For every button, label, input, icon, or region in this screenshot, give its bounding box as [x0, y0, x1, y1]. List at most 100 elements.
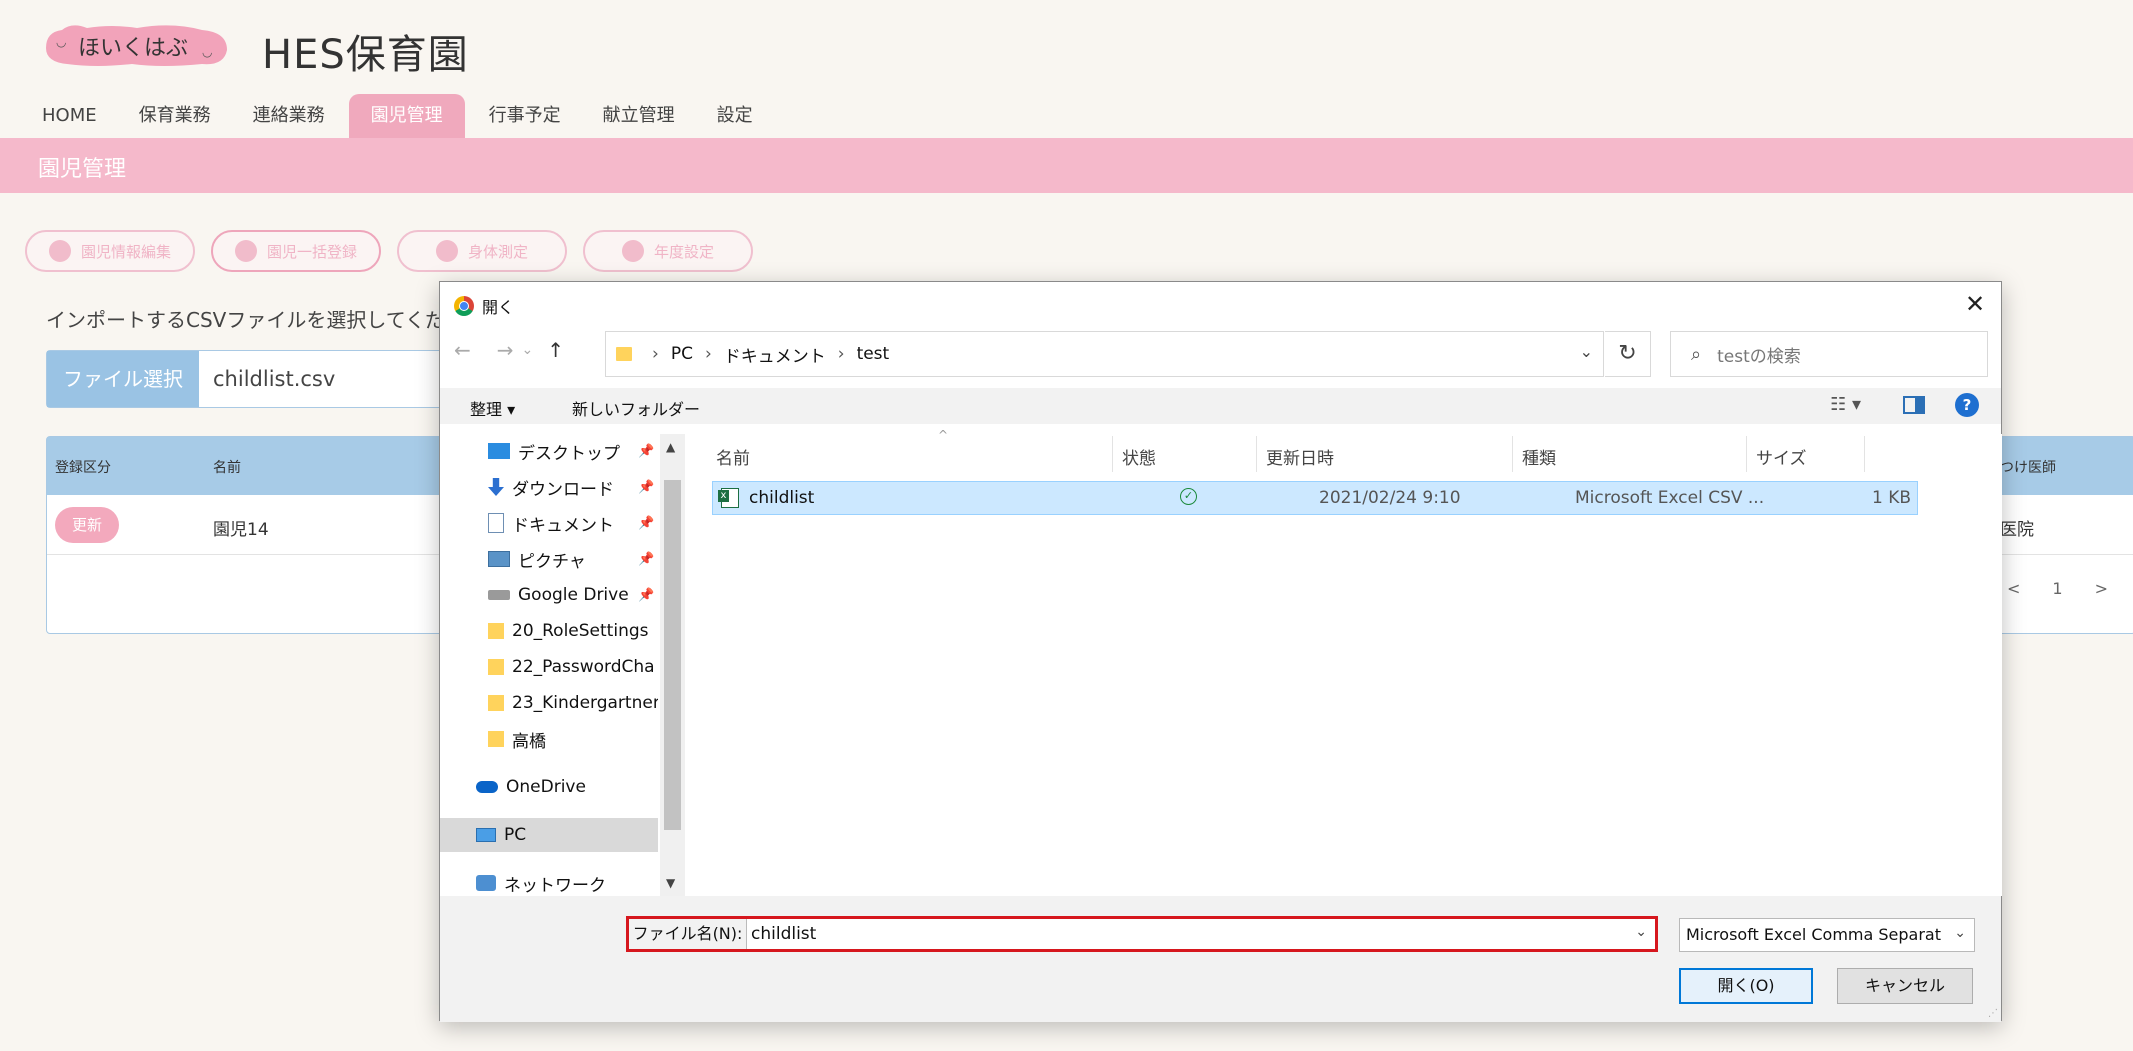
- chevron-right-icon: ›: [837, 344, 845, 364]
- gear-icon: [48, 240, 71, 262]
- tree-downloads[interactable]: ダウンロード 📌: [440, 470, 658, 504]
- col-header-size[interactable]: サイズ: [1756, 444, 1807, 469]
- pager-next[interactable]: >: [2095, 579, 2108, 598]
- forward-arrow-icon[interactable]: →: [497, 338, 514, 362]
- view-options-icon[interactable]: ☷ ▾: [1830, 394, 1861, 415]
- chevron-right-icon: ›: [704, 344, 712, 364]
- tree-onedrive[interactable]: OneDrive: [440, 770, 658, 804]
- nav-scrollbar[interactable]: ▲ ▼: [660, 434, 685, 896]
- folder-icon: [488, 659, 504, 675]
- tree-folder-takahashi[interactable]: 高橋: [440, 722, 658, 756]
- preview-pane-icon[interactable]: [1903, 396, 1925, 414]
- filename-input[interactable]: [747, 919, 1655, 949]
- close-button[interactable]: ✕: [1961, 290, 1989, 318]
- nav-home[interactable]: HOME: [24, 94, 115, 138]
- dialog-footer: ファイル名(N): ⌄ Microsoft Excel Comma Separa…: [440, 896, 2001, 1022]
- new-folder-button[interactable]: 新しいフォルダー: [572, 396, 700, 420]
- breadcrumb-pc[interactable]: PC: [671, 344, 693, 364]
- dialog-titlebar: 開く: [454, 294, 514, 318]
- nav-events[interactable]: 行事予定: [471, 94, 579, 138]
- pc-icon: [476, 828, 496, 842]
- pin-icon: 📌: [638, 515, 655, 531]
- resize-grip-icon[interactable]: ⋰: [1988, 1008, 1998, 1019]
- nav-contact[interactable]: 連絡業務: [235, 94, 343, 138]
- col-header-status[interactable]: 状態: [1122, 444, 1156, 469]
- network-icon: [476, 875, 496, 891]
- column-divider[interactable]: [1112, 436, 1113, 472]
- chevron-down-icon[interactable]: ⌄: [1580, 342, 1593, 361]
- column-divider[interactable]: [1256, 436, 1257, 472]
- subtab-bulk[interactable]: 園児一括登録: [211, 230, 381, 272]
- nav-children[interactable]: 園児管理: [348, 94, 465, 138]
- scrollbar-thumb[interactable]: [664, 480, 681, 830]
- download-icon: [488, 478, 504, 496]
- documents-icon: [488, 513, 504, 533]
- subtab-year[interactable]: 年度設定: [583, 230, 753, 272]
- col-header-name[interactable]: 名前: [716, 444, 750, 469]
- scroll-down-icon[interactable]: ▼: [666, 876, 675, 890]
- pin-icon: 📌: [638, 551, 655, 567]
- folder-icon: [488, 695, 504, 711]
- tree-pictures[interactable]: ピクチャ 📌: [440, 542, 658, 576]
- star-icon: [621, 240, 644, 262]
- chevron-down-icon[interactable]: ⌄: [1635, 924, 1647, 940]
- refresh-button[interactable]: ↻: [1605, 331, 1651, 377]
- group-icon: [234, 240, 257, 262]
- svg-text:◡: ◡: [202, 45, 212, 59]
- organize-button[interactable]: 整理 ▾: [470, 396, 515, 420]
- search-icon: ⌕: [1691, 343, 1702, 365]
- col-registration: 登録区分: [55, 460, 111, 476]
- dialog-title: 開く: [482, 298, 515, 317]
- back-arrow-icon[interactable]: ←: [454, 338, 471, 362]
- column-divider[interactable]: [1746, 436, 1747, 472]
- subtab-edit[interactable]: 園児情報編集: [25, 230, 195, 272]
- address-bar[interactable]: › PC › ドキュメント › test ⌄: [605, 331, 1604, 377]
- tree-folder-rolesettings[interactable]: 20_RoleSettings: [440, 614, 658, 648]
- col-doctor: つけ医師: [2000, 460, 2056, 476]
- recent-locations-icon[interactable]: ⌄: [522, 342, 534, 358]
- scroll-up-icon[interactable]: ▲: [666, 440, 675, 454]
- help-icon[interactable]: ?: [1955, 393, 1979, 417]
- subtab-measure[interactable]: 身体測定: [397, 230, 567, 272]
- breadcrumb-documents[interactable]: ドキュメント: [724, 342, 826, 367]
- doctor-name: 医院: [2000, 520, 2034, 540]
- tree-pc[interactable]: PC: [440, 818, 658, 852]
- navigation-pane: デスクトップ 📌 ダウンロード 📌 ドキュメント 📌 ピクチャ 📌 Google…: [440, 434, 685, 896]
- file-select-button[interactable]: ファイル選択: [47, 351, 199, 407]
- file-row-childlist[interactable]: childlist ✓ 2021/02/24 9:10 Microsoft Ex…: [712, 481, 1918, 515]
- tree-google-drive[interactable]: Google Drive 📌: [440, 578, 658, 612]
- column-divider[interactable]: [1512, 436, 1513, 472]
- column-divider[interactable]: [1864, 436, 1865, 472]
- subtabs: 園児情報編集 園児一括登録 身体測定 年度設定: [25, 230, 769, 272]
- dialog-nav: ← → ⌄ ↑: [454, 338, 564, 362]
- tree-documents[interactable]: ドキュメント 📌: [440, 506, 658, 540]
- open-button[interactable]: 開く(O): [1679, 968, 1813, 1004]
- site-name: HES保育園: [262, 32, 469, 78]
- tree-folder-passwordcha[interactable]: 22_PasswordCha: [440, 650, 658, 684]
- chrome-icon: [454, 296, 474, 316]
- pictures-icon: [488, 551, 510, 567]
- dialog-toolbar: 整理 ▾ 新しいフォルダー ☷ ▾ ?: [440, 388, 2001, 424]
- file-type: Microsoft Excel CSV ...: [1575, 488, 1765, 508]
- folder-icon: [488, 623, 504, 639]
- tree-folder-kindergartner[interactable]: 23_Kindergartner: [440, 686, 658, 720]
- tree-network[interactable]: ネットワーク: [440, 866, 658, 896]
- sync-ok-icon: ✓: [1180, 488, 1197, 505]
- onedrive-icon: [476, 781, 498, 793]
- scale-icon: [435, 240, 458, 262]
- nav-settings[interactable]: 設定: [699, 94, 771, 138]
- pager-page[interactable]: 1: [2052, 579, 2062, 598]
- file-type-select[interactable]: Microsoft Excel Comma Separat ⌄: [1679, 918, 1975, 952]
- nav-childcare[interactable]: 保育業務: [121, 94, 229, 138]
- search-box[interactable]: ⌕ testの検索: [1670, 331, 1988, 377]
- col-header-type[interactable]: 種類: [1522, 444, 1556, 469]
- col-header-modified[interactable]: 更新日時: [1266, 444, 1334, 469]
- up-arrow-icon[interactable]: ↑: [547, 338, 564, 362]
- cancel-button[interactable]: キャンセル: [1837, 968, 1973, 1004]
- tree-desktop[interactable]: デスクトップ 📌: [440, 434, 658, 468]
- file-list: ^ 名前 状態 更新日時 種類 サイズ childlist ✓ 2021/02/…: [686, 428, 2002, 896]
- pager-prev[interactable]: <: [2007, 579, 2020, 598]
- logo-text: ほいくはぶ: [78, 36, 189, 61]
- nav-menu[interactable]: 献立管理: [585, 94, 693, 138]
- breadcrumb-test[interactable]: test: [857, 344, 890, 364]
